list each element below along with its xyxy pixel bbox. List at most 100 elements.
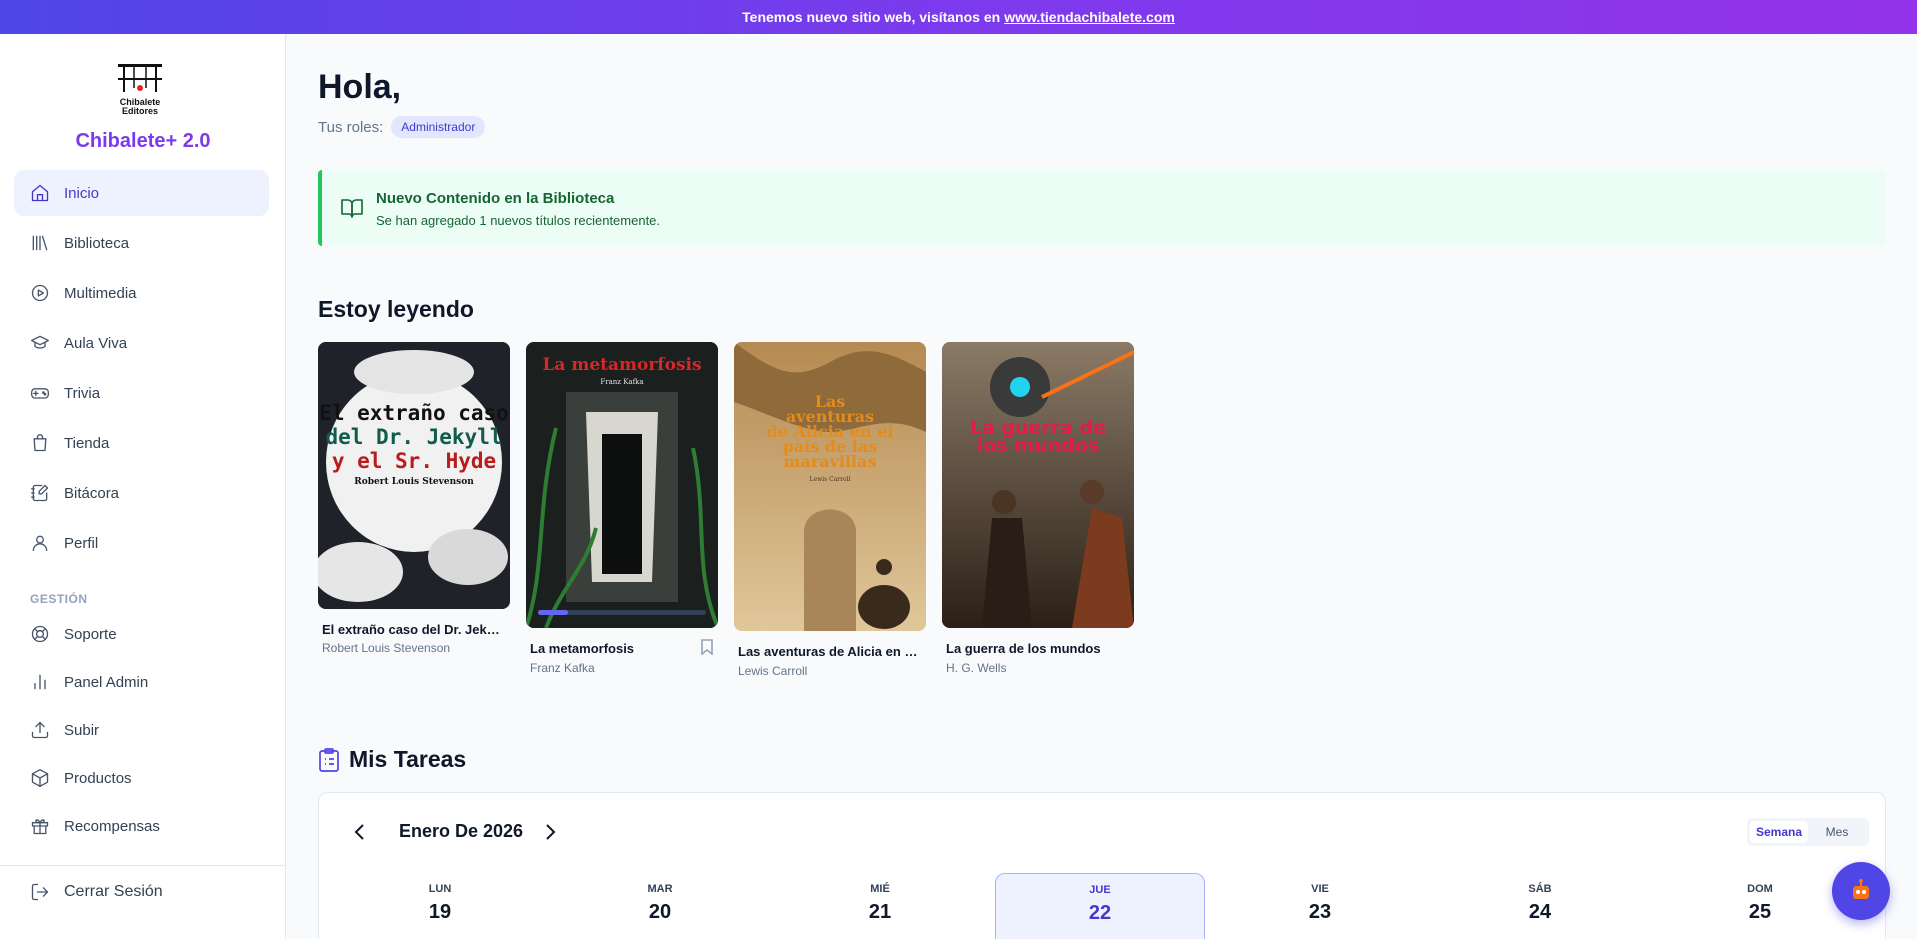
day-number: 20	[648, 901, 672, 923]
logout-button[interactable]: Cerrar Sesión	[30, 882, 163, 902]
cover-text: El extraño caso	[319, 401, 509, 425]
book-cover: La metamorfosis Franz Kafka	[526, 342, 718, 628]
calendar-day[interactable]: MAR 20	[555, 873, 765, 939]
day-name: MAR	[647, 883, 673, 895]
section-label-gestion: GESTIÓN	[30, 592, 88, 606]
gamepad-icon	[31, 388, 49, 399]
chibalete-logo: Chibalete Editores	[118, 64, 162, 116]
sidebar-item-inicio[interactable]: Inicio	[14, 170, 269, 216]
book-author: H. G. Wells	[946, 661, 1007, 675]
book-title: Las aventuras de Alicia en el país de la…	[738, 644, 922, 659]
gift-icon	[31, 819, 49, 835]
sidebar-divider	[0, 865, 286, 866]
cover-text: y el Sr. Hyde	[332, 449, 496, 473]
sidebar-item-recompensas[interactable]: Recompensas	[14, 804, 269, 848]
sidebar-item-bitacora[interactable]: Bitácora	[14, 470, 269, 516]
banner-link[interactable]: www.tiendachibalete.com	[1004, 9, 1175, 25]
clipboard-list-icon	[319, 748, 339, 772]
sidebar-item-label: Biblioteca	[64, 234, 130, 252]
tasks-section-title: Mis Tareas	[349, 746, 467, 772]
calendar-day[interactable]: SÁB 24	[1435, 873, 1645, 939]
calendar-day[interactable]: VIE 23	[1215, 873, 1425, 939]
logout-icon	[31, 883, 49, 901]
reading-section-title: Estoy leyendo	[318, 296, 474, 322]
user-icon	[32, 535, 48, 552]
cover-text: Lewis Carroll	[810, 476, 851, 483]
sidebar-item-biblioteca[interactable]: Biblioteca	[14, 220, 269, 266]
sidebar-item-label: Multimedia	[64, 284, 137, 302]
cover-text: Robert Louis Stevenson	[354, 477, 474, 487]
shopping-bag-icon	[33, 434, 47, 452]
admin-nav: Soporte Panel Admin Subir Productos Reco…	[14, 612, 269, 852]
task-calendar: Enero De 2026 Semana Mes LUN 19 MAR 20 M…	[318, 792, 1886, 939]
calendar-view-toggle: Semana Mes	[1747, 818, 1869, 846]
chevron-right-icon[interactable]	[539, 821, 561, 843]
sidebar-item-label: Inicio	[64, 184, 100, 202]
calendar-day[interactable]: MIÉ 21	[775, 873, 985, 939]
sidebar-item-label: Perfil	[64, 534, 99, 552]
metamorfosis-cover-art: La metamorfosis Franz Kafka	[526, 342, 718, 628]
day-name: VIE	[1311, 883, 1329, 895]
book-title: La guerra de los mundos	[946, 641, 1101, 656]
day-name: SÁB	[1528, 883, 1552, 895]
book-author: Lewis Carroll	[738, 664, 808, 678]
guerra-cover-art: La guerra de los mundos	[942, 342, 1134, 628]
roles-row: Tus roles: Administrador	[318, 116, 486, 138]
day-number: 22	[1088, 902, 1112, 924]
reading-progress-bar	[538, 610, 706, 615]
calendar-day-today[interactable]: JUE 22	[995, 873, 1205, 939]
sidebar-item-multimedia[interactable]: Multimedia	[14, 270, 269, 316]
day-number: 24	[1528, 901, 1552, 923]
sidebar-item-label: Bitácora	[64, 484, 120, 502]
sidebar-item-label: Panel Admin	[64, 673, 149, 691]
main-nav: Inicio Biblioteca Multimedia Aula Viva T…	[14, 170, 269, 570]
bookmark-icon[interactable]	[700, 639, 714, 655]
sidebar-item-perfil[interactable]: Perfil	[14, 520, 269, 566]
book-open-icon	[341, 199, 363, 218]
library-icon	[32, 235, 48, 251]
book-author: Franz Kafka	[530, 661, 595, 675]
book-cover: Las aventuras de Alicia en el país de la…	[734, 342, 926, 631]
cover-text: La metamorfosis	[542, 355, 701, 375]
alicia-cover-art: Las aventuras de Alicia en el país de la…	[734, 342, 926, 631]
assistant-fab-button[interactable]	[1832, 862, 1890, 920]
day-name: LUN	[428, 883, 452, 895]
lifebuoy-icon	[31, 625, 49, 643]
sidebar-item-label: Trivia	[64, 384, 101, 402]
cover-text: los mundos	[977, 435, 1099, 457]
home-icon	[31, 184, 49, 202]
sidebar-item-label: Soporte	[64, 625, 117, 643]
book-cover: El extraño caso del Dr. Jekyll y el Sr. …	[318, 342, 510, 609]
calendar-month: Enero De 2026	[399, 821, 524, 841]
roles-label: Tus roles:	[318, 118, 384, 136]
calendar-day[interactable]: LUN 19	[335, 873, 545, 939]
page-title: Hola,	[318, 68, 402, 106]
sidebar: Chibalete Editores Chibalete+ 2.0 Inicio…	[0, 34, 286, 939]
reading-progress-fill	[538, 610, 569, 615]
new-content-notice: Nuevo Contenido en la Biblioteca Se han …	[318, 170, 1886, 246]
day-number: 25	[1748, 901, 1772, 923]
announcement-banner: Tenemos nuevo sitio web, visítanos en ww…	[0, 0, 1917, 34]
sidebar-item-tienda[interactable]: Tienda	[14, 420, 269, 466]
sidebar-item-label: Recompensas	[64, 817, 160, 835]
sidebar-item-productos[interactable]: Productos	[14, 756, 269, 800]
book-cover: La guerra de los mundos	[942, 342, 1134, 628]
view-week-button[interactable]: Semana	[1750, 821, 1808, 843]
svg-text:Editores: Editores	[122, 106, 158, 116]
role-badge: Administrador	[391, 116, 486, 138]
logout-label: Cerrar Sesión	[64, 883, 163, 900]
sidebar-item-subir[interactable]: Subir	[14, 708, 269, 752]
chevron-left-icon[interactable]	[349, 821, 371, 843]
sidebar-item-trivia[interactable]: Trivia	[14, 370, 269, 416]
sidebar-item-aula-viva[interactable]: Aula Viva	[14, 320, 269, 366]
robot-assistant-icon	[1853, 879, 1869, 899]
view-month-button[interactable]: Mes	[1808, 821, 1866, 843]
book-author: Robert Louis Stevenson	[322, 641, 451, 655]
book-title: La metamorfosis	[530, 641, 635, 656]
brand-name: Chibalete+ 2.0	[75, 130, 211, 152]
jekyll-cover-art: El extraño caso del Dr. Jekyll y el Sr. …	[318, 342, 510, 609]
main-content: Hola, Tus roles: Administrador Nuevo Con…	[286, 34, 1917, 939]
sidebar-item-label: Tienda	[64, 434, 110, 452]
sidebar-item-soporte[interactable]: Soporte	[14, 612, 269, 656]
sidebar-item-panel-admin[interactable]: Panel Admin	[14, 660, 269, 704]
